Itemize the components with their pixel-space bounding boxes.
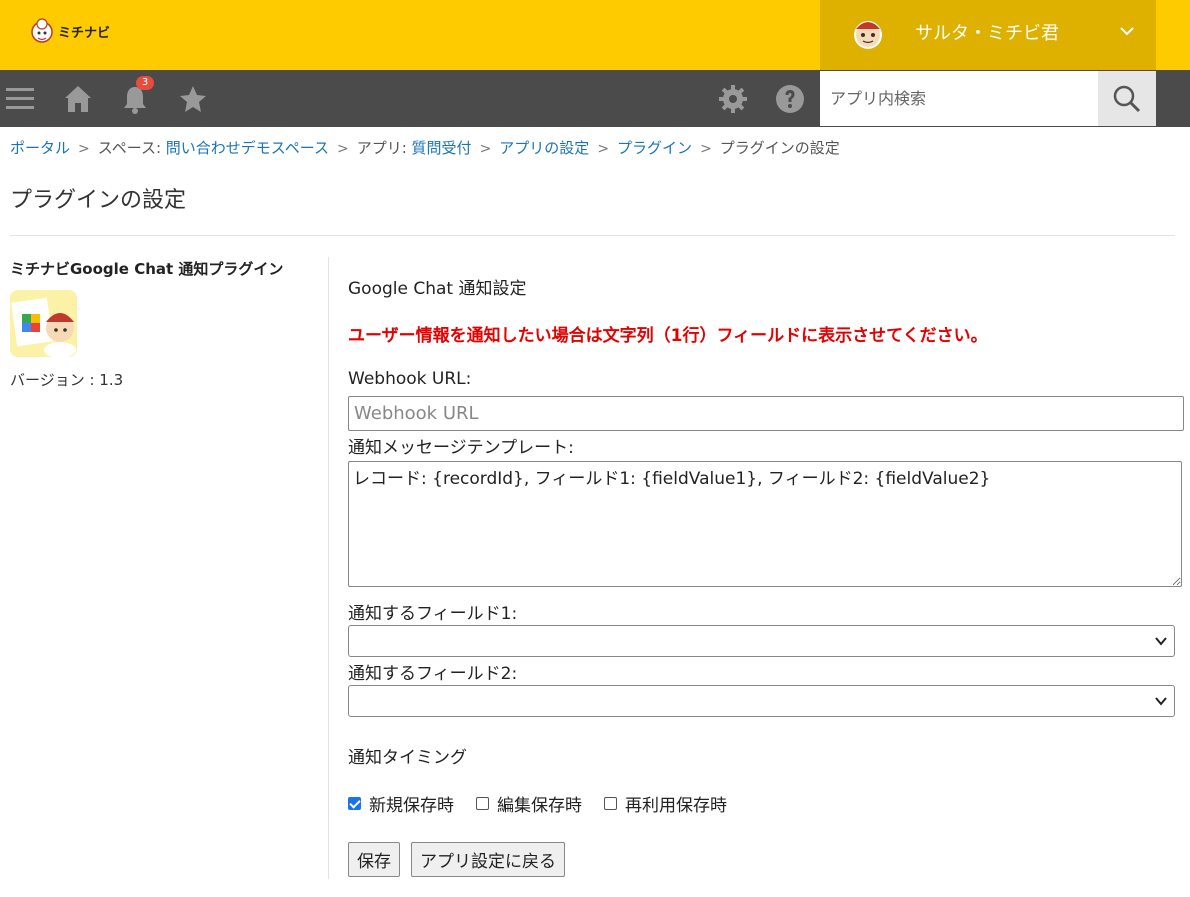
notification-badge: 3	[136, 76, 154, 90]
field1-select[interactable]	[348, 625, 1175, 657]
timing-option-label: 再利用保存時	[625, 796, 727, 816]
breadcrumb-plugins[interactable]: プラグイン	[617, 139, 692, 157]
webhook-url-input[interactable]	[348, 396, 1184, 431]
app-logo[interactable]: ミチナビ	[30, 16, 110, 46]
plugin-icon	[10, 290, 77, 357]
breadcrumb-current: プラグインの設定	[719, 139, 840, 157]
google-chat-plugin-icon	[11, 297, 76, 357]
breadcrumb-app[interactable]: 質問受付	[412, 139, 472, 157]
breadcrumb-separator: >	[479, 141, 492, 157]
breadcrumb: ポータル > スペース: 問い合わせデモスペース > アプリ: 質問受付 > アプリの設定 >…	[10, 137, 840, 158]
breadcrumb-separator: >	[597, 141, 610, 157]
breadcrumb-app-settings[interactable]: アプリの設定	[499, 139, 589, 157]
timing-option-edit[interactable]: 編集保存時	[476, 791, 582, 816]
chevron-down-icon[interactable]	[1118, 22, 1136, 40]
breadcrumb-app-prefix: アプリ:	[356, 139, 412, 157]
vertical-divider	[328, 257, 329, 879]
user-menu[interactable]: サルタ・ミチビ君	[820, 0, 1156, 70]
home-icon[interactable]	[63, 84, 93, 114]
warning-message: ユーザー情報を通知したい場合は文字列（1行）フィールドに表示させてください。	[348, 326, 988, 346]
checkbox-edit-save[interactable]	[476, 797, 489, 810]
timing-option-label: 編集保存時	[497, 796, 582, 816]
breadcrumb-space[interactable]: 問い合わせデモスペース	[166, 139, 329, 157]
back-to-app-settings-button[interactable]: アプリ設定に戻る	[411, 842, 565, 877]
hamburger-menu-icon[interactable]	[6, 84, 36, 114]
checkbox-reuse-save[interactable]	[604, 797, 617, 810]
save-button[interactable]: 保存	[348, 842, 400, 877]
user-name: サルタ・ミチビ君	[915, 23, 1059, 44]
plugin-name: ミチナビGoogle Chat 通知プラグイン	[10, 260, 284, 278]
breadcrumb-separator: >	[700, 141, 712, 157]
breadcrumb-space-prefix: スペース:	[97, 139, 166, 157]
search-button[interactable]	[1098, 71, 1156, 126]
search-input[interactable]	[820, 71, 1098, 126]
field1-label: 通知するフィールド1:	[348, 604, 518, 624]
section-title: Google Chat 通知設定	[348, 279, 527, 299]
user-avatar-icon	[854, 21, 882, 49]
breadcrumb-separator: >	[336, 141, 349, 157]
webhook-label: Webhook URL:	[348, 369, 472, 389]
divider	[10, 235, 1175, 236]
message-template-textarea[interactable]: レコード: {recordId}, フィールド1: {fieldValue1},…	[348, 461, 1182, 587]
search-icon	[1113, 85, 1141, 112]
checkbox-new-save[interactable]	[348, 797, 361, 810]
field2-label: 通知するフィールド2:	[348, 664, 518, 684]
top-header: ミチナビ サルタ・ミチビ君	[0, 0, 1190, 70]
timing-option-label: 新規保存時	[369, 796, 454, 816]
logo-text: ミチナビ	[58, 25, 111, 41]
timing-option-new[interactable]: 新規保存時	[348, 791, 454, 816]
template-label: 通知メッセージテンプレート:	[348, 438, 574, 458]
field2-select[interactable]	[348, 685, 1175, 717]
timing-option-reuse[interactable]: 再利用保存時	[604, 791, 727, 816]
gear-icon[interactable]	[718, 84, 748, 114]
timing-title: 通知タイミング	[348, 748, 467, 768]
page-title: プラグインの設定	[10, 188, 187, 213]
star-icon[interactable]	[178, 84, 208, 114]
chevron-down-icon	[1155, 637, 1167, 646]
mascot-logo-icon	[31, 18, 53, 43]
timing-options: 新規保存時 編集保存時 再利用保存時	[348, 791, 749, 816]
plugin-version: バージョン : 1.3	[10, 371, 124, 389]
breadcrumb-portal[interactable]: ポータル	[10, 139, 70, 157]
breadcrumb-separator: >	[78, 141, 90, 157]
chevron-down-icon	[1155, 697, 1167, 706]
help-icon[interactable]	[775, 84, 805, 114]
